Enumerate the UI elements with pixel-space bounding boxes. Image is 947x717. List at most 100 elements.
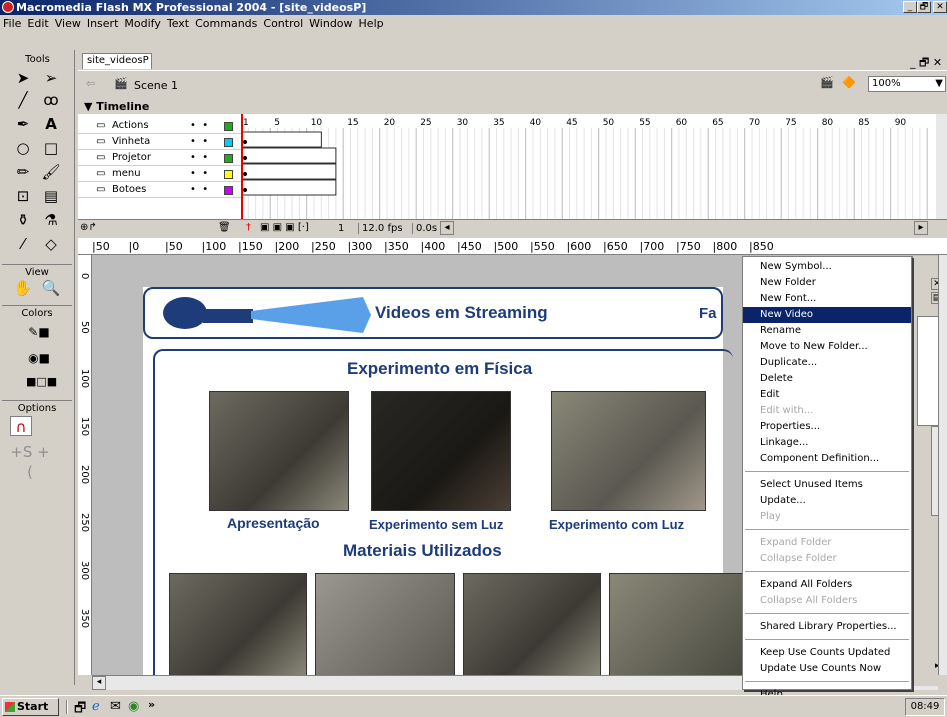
menu-control[interactable]: Control bbox=[260, 17, 306, 30]
video-caption-1[interactable]: Apresentação bbox=[227, 515, 320, 531]
menu-item-move-to-new-folder[interactable]: Move to New Folder... bbox=[743, 339, 911, 355]
close-button[interactable]: ✕ bbox=[933, 1, 947, 13]
timeline-frames[interactable]: 1 5 10 15 20 25 30 35 40 45 50 55 60 65 70 75 80 85 90 bbox=[241, 114, 936, 219]
menu-item-select-unused-items[interactable]: Select Unused Items bbox=[743, 477, 911, 493]
add-layer-icon[interactable]: ⊕↱ bbox=[80, 222, 97, 233]
material-thumb-3[interactable] bbox=[463, 573, 601, 675]
pencil-tool-icon[interactable]: ✏ bbox=[12, 162, 34, 182]
quicklaunch-ie-icon[interactable]: ℯ bbox=[92, 699, 100, 714]
free-transform-tool-icon[interactable]: ⊡ bbox=[12, 186, 34, 206]
menu-item-linkage[interactable]: Linkage... bbox=[743, 435, 911, 451]
video-thumb-1[interactable] bbox=[209, 391, 349, 511]
paint-bucket-tool-icon[interactable]: ⚗ bbox=[40, 210, 62, 230]
text-tool-icon[interactable]: A bbox=[40, 114, 62, 134]
video-thumb-2[interactable] bbox=[371, 391, 511, 511]
video-caption-2[interactable]: Experimento sem Luz bbox=[369, 517, 503, 532]
layer-outline-color[interactable] bbox=[224, 186, 233, 195]
menu-item-duplicate[interactable]: Duplicate... bbox=[743, 355, 911, 371]
layer-outline-color[interactable] bbox=[224, 154, 233, 163]
layer-row[interactable]: ▭ Actions • • bbox=[78, 118, 241, 134]
rectangle-tool-icon[interactable]: □ bbox=[40, 138, 62, 158]
menu-insert[interactable]: Insert bbox=[84, 17, 122, 30]
timeline-scroll-left-icon[interactable]: ◂ bbox=[440, 221, 454, 235]
oval-tool-icon[interactable]: ○ bbox=[12, 138, 34, 158]
timeline-scroll-right-icon[interactable]: ▸ bbox=[914, 221, 928, 235]
layer-outline-color[interactable] bbox=[224, 170, 233, 179]
menu-item-new-video[interactable]: New Video bbox=[743, 307, 911, 323]
menu-file[interactable]: File bbox=[0, 17, 24, 30]
taskbar: Start 🗗 ℯ ✉ ◉ » 08:49 bbox=[0, 695, 947, 717]
menu-commands[interactable]: Commands bbox=[192, 17, 260, 30]
lasso-tool-icon[interactable]: ꝏ bbox=[40, 90, 62, 110]
zoom-select[interactable]: 100% ▼ bbox=[868, 76, 946, 92]
layer-row[interactable]: ▭ Projetor • • bbox=[78, 150, 241, 166]
material-thumb-2[interactable] bbox=[315, 573, 455, 675]
document-tab[interactable]: site_videosP bbox=[82, 53, 152, 69]
brush-tool-icon[interactable]: 🖌 bbox=[40, 162, 62, 182]
delete-layer-icon[interactable]: 🗑 bbox=[218, 222, 231, 233]
timeline-vscroll[interactable] bbox=[936, 114, 947, 219]
menu-item-update[interactable]: Update... bbox=[743, 493, 911, 509]
layer-outline-color[interactable] bbox=[224, 122, 233, 131]
menu-item-rename[interactable]: Rename bbox=[743, 323, 911, 339]
subselect-tool-icon[interactable]: ➢ bbox=[40, 68, 62, 88]
center-frame-icon[interactable]: † bbox=[246, 222, 251, 233]
eraser-tool-icon[interactable]: ◇ bbox=[40, 234, 62, 254]
edit-symbol-icon[interactable]: 🔶 bbox=[842, 76, 856, 89]
view-section-label: View bbox=[2, 264, 72, 278]
menu-item-new-folder[interactable]: New Folder bbox=[743, 275, 911, 291]
menu-view[interactable]: View bbox=[52, 17, 84, 30]
zoom-tool-icon[interactable]: 🔍 bbox=[40, 278, 62, 298]
ink-bottle-tool-icon[interactable]: ⚱ bbox=[12, 210, 34, 230]
quicklaunch-desktop-icon[interactable]: 🗗 bbox=[74, 699, 86, 717]
menu-item-new-symbol[interactable]: New Symbol... bbox=[743, 259, 911, 275]
menu-text[interactable]: Text bbox=[164, 17, 192, 30]
menu-item-component-definition[interactable]: Component Definition... bbox=[743, 451, 911, 467]
edit-scene-icon[interactable]: 🎬 bbox=[820, 76, 834, 89]
menu-item-shared-library-properties[interactable]: Shared Library Properties... bbox=[743, 619, 911, 635]
fill-color-icon[interactable]: ◉■ bbox=[28, 348, 50, 368]
fill-transform-tool-icon[interactable]: ▤ bbox=[40, 186, 62, 206]
snap-magnet-icon[interactable]: ∩ bbox=[10, 416, 32, 436]
menu-edit[interactable]: Edit bbox=[24, 17, 51, 30]
swap-colors-icon[interactable]: ■□■ bbox=[26, 372, 57, 392]
minimize-button[interactable]: _ bbox=[903, 1, 917, 13]
menu-item-delete[interactable]: Delete bbox=[743, 371, 911, 387]
quicklaunch-app-icon[interactable]: ◉ bbox=[128, 699, 139, 714]
material-thumb-1[interactable] bbox=[169, 573, 307, 675]
hand-tool-icon[interactable]: ✋ bbox=[12, 278, 34, 298]
menu-item-expand-all-folders[interactable]: Expand All Folders bbox=[743, 577, 911, 593]
stroke-color-icon[interactable]: ✎■ bbox=[28, 322, 50, 342]
smooth-straighten-icon[interactable]: +S +( bbox=[10, 442, 50, 481]
back-arrow-icon[interactable]: ⇦ bbox=[86, 77, 95, 90]
menu-item-new-font[interactable]: New Font... bbox=[743, 291, 911, 307]
video-caption-3[interactable]: Experimento com Luz bbox=[549, 517, 684, 532]
layer-row[interactable]: ▭ Vinheta • • bbox=[78, 134, 241, 150]
line-tool-icon[interactable]: ╱ bbox=[12, 90, 34, 110]
playhead[interactable] bbox=[241, 114, 251, 219]
onion-skin-icons[interactable]: ▣ ▣ ▣ [·] bbox=[260, 222, 309, 233]
menu-modify[interactable]: Modify bbox=[121, 17, 163, 30]
layer-row[interactable]: ▭ Botoes • • bbox=[78, 182, 241, 198]
arrow-tool-icon[interactable]: ➤ bbox=[12, 68, 34, 88]
stage-vscroll[interactable] bbox=[938, 255, 947, 675]
menu-item-edit[interactable]: Edit bbox=[743, 387, 911, 403]
video-thumb-3[interactable] bbox=[551, 391, 706, 511]
menu-item-update-use-counts-now[interactable]: Update Use Counts Now bbox=[743, 661, 911, 677]
menu-item-keep-use-counts-updated[interactable]: Keep Use Counts Updated bbox=[743, 645, 911, 661]
eyedropper-tool-icon[interactable]: ⁄ bbox=[12, 234, 34, 254]
quicklaunch-more[interactable]: » bbox=[148, 698, 155, 711]
layer-row[interactable]: ▭ menu • • bbox=[78, 166, 241, 182]
timeline-header[interactable]: ▼ Timeline bbox=[78, 100, 947, 114]
start-button[interactable]: Start bbox=[2, 698, 59, 716]
pen-tool-icon[interactable]: ✒ bbox=[12, 114, 34, 134]
quicklaunch-outlook-icon[interactable]: ✉ bbox=[110, 699, 121, 714]
scroll-left-icon[interactable]: ◂ bbox=[92, 676, 106, 690]
maximize-button[interactable]: 🗗 bbox=[917, 1, 931, 13]
menu-item-properties[interactable]: Properties... bbox=[743, 419, 911, 435]
menu-window[interactable]: Window bbox=[306, 17, 355, 30]
menu-separator bbox=[745, 639, 909, 640]
layer-outline-color[interactable] bbox=[224, 138, 233, 147]
material-thumb-4[interactable] bbox=[609, 573, 743, 675]
menu-help[interactable]: Help bbox=[356, 17, 387, 30]
